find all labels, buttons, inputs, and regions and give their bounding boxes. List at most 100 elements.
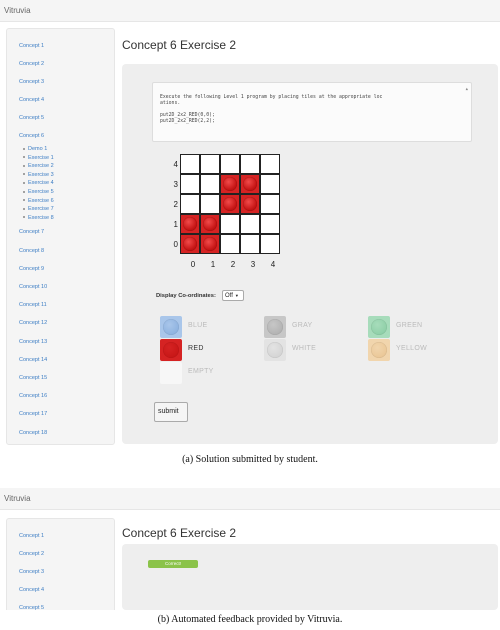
grid-cell-empty[interactable] (180, 174, 200, 194)
sidebar-item-concept[interactable]: Concept 10 (19, 284, 47, 290)
sidebar-subitem[interactable]: Exercise 8 (23, 215, 54, 221)
tile-knob-icon (183, 217, 197, 231)
tile-knob-icon (183, 237, 197, 251)
grid-cell-empty[interactable] (200, 194, 220, 214)
grid-cell-red[interactable] (180, 234, 200, 254)
sidebar-item-concept[interactable]: Concept 18 (19, 430, 47, 436)
grid-cell-red[interactable] (240, 194, 260, 214)
color-swatch (160, 316, 182, 338)
sidebar-item-concept[interactable]: Concept 17 (19, 411, 47, 417)
sidebar-subitem[interactable]: Exercise 2 (23, 163, 54, 169)
sidebar-item-concept[interactable]: Concept 7 (19, 229, 44, 235)
grid-cell-red[interactable] (240, 174, 260, 194)
top-navbar: Vitruvia (0, 488, 500, 510)
sidebar-subitem-label: Exercise 1 (28, 154, 54, 161)
row-label: 1 (173, 220, 178, 229)
grid-cell-red[interactable] (200, 214, 220, 234)
palette-label: YELLOW (396, 345, 427, 352)
tile-knob-icon (223, 177, 237, 191)
screenshot-solution: Vitruvia Concept 1 Concept 2 Concept 3 Conc… (0, 0, 500, 447)
sidebar-item-concept[interactable]: Concept 12 (19, 320, 47, 326)
sidebar-item-concept[interactable]: Concept 9 (19, 266, 44, 272)
sidebar-subitem[interactable]: Exercise 7 (23, 206, 54, 212)
grid-cell-empty[interactable] (200, 174, 220, 194)
grid-cell-red[interactable] (200, 234, 220, 254)
sidebar-subitem[interactable]: Exercise 4 (23, 180, 54, 186)
column-label: 2 (230, 260, 236, 269)
sidebar-subitem[interactable]: Exercise 6 (23, 198, 54, 204)
app-brand[interactable]: Vitruvia (4, 6, 31, 15)
grid-cell-empty[interactable] (180, 154, 200, 174)
bullet-icon (23, 207, 25, 210)
grid-cell-empty[interactable] (240, 234, 260, 254)
color-swatch (160, 362, 182, 384)
sidebar-item-concept[interactable]: Concept 16 (19, 393, 47, 399)
bullet-icon (23, 156, 25, 159)
sidebar-item-concept[interactable]: Concept 3 (19, 569, 44, 575)
tile-knob-icon (267, 319, 283, 335)
caption-b: (b) Automated feedback provided by Vitru… (157, 614, 343, 625)
grid-cell-empty[interactable] (260, 194, 280, 214)
tile-knob-icon (163, 342, 179, 358)
sidebar-item-concept[interactable]: Concept 15 (19, 375, 47, 381)
sidebar-subitem[interactable]: Demo 1 (23, 146, 47, 152)
sidebar-subitem-label: Demo 1 (28, 146, 48, 152)
color-swatch (368, 339, 390, 361)
caption-a: (a) Solution submitted by student. (182, 454, 318, 465)
grid-cell-empty[interactable] (180, 194, 200, 214)
scroll-up-icon[interactable]: ▲ (466, 86, 468, 92)
sidebar-item-concept[interactable]: Concept 1 (19, 533, 44, 539)
grid-cell-empty[interactable] (240, 154, 260, 174)
sidebar-item-concept[interactable]: Concept 11 (19, 302, 47, 308)
sidebar-subitem[interactable]: Exercise 3 (23, 172, 54, 178)
sidebar-item-concept[interactable]: Concept 4 (19, 587, 44, 593)
grid-cell-red[interactable] (220, 174, 240, 194)
sidebar-subitem-label: Exercise 8 (28, 214, 54, 221)
sidebar-item-concept[interactable]: Concept 4 (19, 97, 44, 103)
sidebar-item-concept[interactable]: Concept 2 (19, 61, 44, 67)
sidebar-item-concept[interactable]: Concept 13 (19, 339, 47, 345)
column-label: 3 (250, 260, 256, 269)
sidebar-item-concept[interactable]: Concept 2 (19, 551, 44, 557)
screenshot-feedback: Vitruvia Concept 1 Concept 2 Concept 3 Conc… (0, 488, 500, 610)
sidebar-subitem[interactable]: Exercise 1 (23, 155, 54, 161)
grid-cell-red[interactable] (220, 194, 240, 214)
sidebar-item-concept[interactable]: Concept 6 (19, 133, 44, 139)
sidebar-subitem-label: Exercise 4 (28, 180, 54, 187)
grid-cell-empty[interactable] (200, 154, 220, 174)
bullet-icon (23, 173, 25, 176)
tile-knob-icon (371, 342, 387, 358)
bullet-icon (23, 199, 25, 202)
sidebar-subitem[interactable]: Exercise 5 (23, 189, 54, 195)
sidebar-item-concept[interactable]: Concept 8 (19, 248, 44, 254)
grid-cell-red[interactable] (180, 214, 200, 234)
grid-cell-empty[interactable] (240, 214, 260, 234)
sidebar-item-concept[interactable]: Concept 1 (19, 43, 44, 49)
grid-cell-empty[interactable] (220, 154, 240, 174)
sidebar-item-concept[interactable]: Concept 3 (19, 79, 44, 85)
tile-knob-icon (203, 237, 217, 251)
sidebar-item-concept[interactable]: Concept 5 (19, 605, 44, 610)
sidebar-subitem-label: Exercise 7 (28, 206, 54, 213)
tile-knob-icon (163, 319, 179, 335)
palette-label: WHITE (292, 345, 317, 352)
grid-cell-empty[interactable] (260, 214, 280, 234)
tile-knob-icon (223, 197, 237, 211)
submit-button[interactable]: submit (154, 402, 188, 422)
grid-cell-empty[interactable] (220, 234, 240, 254)
grid-cell-empty[interactable] (220, 214, 240, 234)
sidebar-item-concept[interactable]: Concept 5 (19, 115, 44, 121)
color-swatch (160, 339, 182, 361)
sidebar-subitem-label: Exercise 3 (28, 171, 54, 178)
palette-label: RED (188, 345, 204, 352)
grid-cell-empty[interactable] (260, 174, 280, 194)
feedback-badge: Correct! (148, 560, 198, 568)
grid-cell-empty[interactable] (260, 234, 280, 254)
display-coordinates-select[interactable]: Off ▼ (222, 290, 244, 301)
program-text-box[interactable]: ▲ Execute the following Level 1 program … (152, 82, 472, 142)
sidebar-subitem-label: Exercise 5 (28, 189, 54, 195)
grid-cell-empty[interactable] (260, 154, 280, 174)
app-brand[interactable]: Vitruvia (4, 494, 31, 503)
bullet-icon (23, 147, 25, 150)
sidebar-item-concept[interactable]: Concept 14 (19, 357, 47, 363)
